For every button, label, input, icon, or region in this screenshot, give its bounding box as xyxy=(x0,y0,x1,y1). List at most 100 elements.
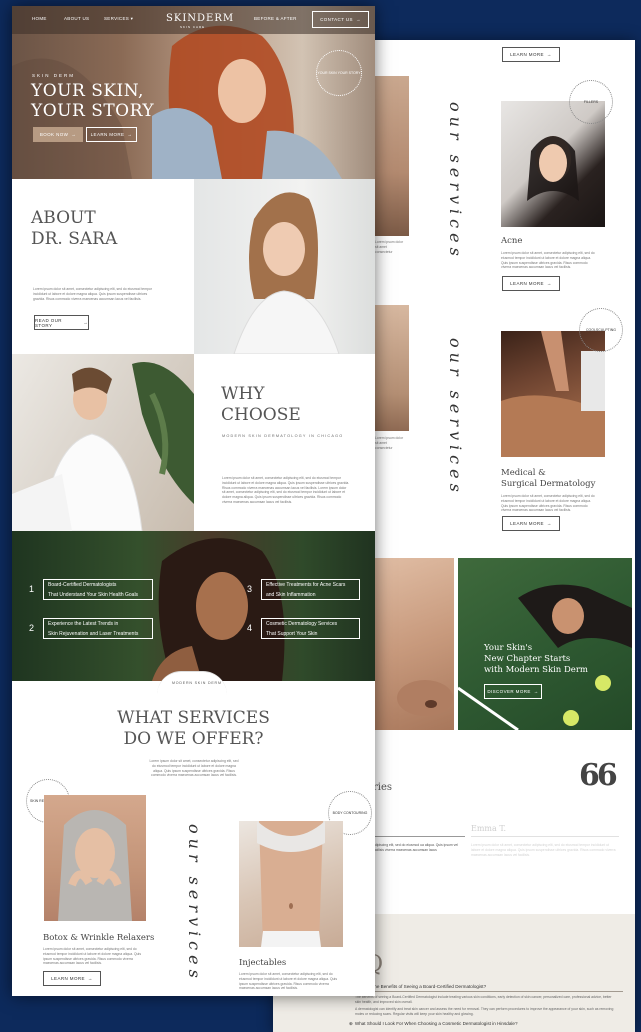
discover-more-button[interactable]: DISCOVER MORE → xyxy=(484,684,542,699)
faq-answer-1: The benefits of seeing a Board-Certified… xyxy=(355,995,612,1004)
nav-services-label: SERVICES xyxy=(104,16,130,21)
medical-service-image xyxy=(501,331,605,457)
promo-face-closeup xyxy=(375,558,454,730)
plus-circle-icon: ⊕ xyxy=(349,1021,353,1026)
our-services-script-front: our services xyxy=(185,824,204,983)
arrow-right-icon: → xyxy=(71,132,77,137)
botox-service-image xyxy=(44,795,146,921)
site-logo-subtitle: SKIN CARE xyxy=(180,25,206,29)
feature-1-line-2: That Understand Your Skin Health Goals xyxy=(48,592,139,598)
partial-lorem-top: Lorem ipsum dolor sit amet consectetur xyxy=(375,240,404,254)
botox-title: Botox & Wrinkle Relaxers xyxy=(43,933,155,943)
feature-1-line-1: Board-Certified Dermatologists xyxy=(48,582,117,588)
skincare-illustration-icon xyxy=(12,362,194,531)
arrow-right-icon: → xyxy=(546,521,552,526)
contact-us-button[interactable]: CONTACT US → xyxy=(312,11,369,28)
read-our-story-button[interactable]: READ OUR STORY → xyxy=(34,315,89,330)
our-services-script-2: our services xyxy=(446,338,465,497)
arrow-right-icon: → xyxy=(355,17,361,22)
massage-illustration-icon xyxy=(501,331,605,457)
promo-line-3: with Modern Skin Derm xyxy=(484,665,588,675)
feature-2: 2 Experience the Latest Trends in Skin R… xyxy=(29,618,153,639)
arrow-right-icon: → xyxy=(83,320,88,325)
nav-services[interactable]: SERVICES ▾ xyxy=(104,16,133,22)
feature-3-number: 3 xyxy=(247,584,253,594)
feature-2-line-1: Experience the Latest Trends in xyxy=(48,621,119,627)
faq-answer-1b: A dermatologist can identify and treat s… xyxy=(355,1007,614,1016)
doctor-illustration-icon xyxy=(233,192,340,354)
hero-badge: YOUR SKIN YOUR STORY xyxy=(316,50,362,96)
hero-learn-more-button[interactable]: LEARN MORE → xyxy=(86,127,137,142)
testimonial-divider-right xyxy=(471,836,619,837)
why-description: Lorem ipsum dolor sit amet, consectetur … xyxy=(222,476,350,504)
partial-lorem-mid: Lorem ipsum dolor sit amet consectetur xyxy=(375,436,404,450)
partial-service-image-mid xyxy=(375,305,409,431)
about-title-line-1: ABOUT xyxy=(31,208,96,228)
injectables-service-image xyxy=(239,821,343,947)
arrow-right-icon: → xyxy=(127,132,133,137)
services-intro: Lorem ipsum dolor sit amet, consectetur … xyxy=(149,759,239,778)
quote-mark-icon: 66 xyxy=(579,758,618,793)
botox-learn-more-button[interactable]: LEARN MORE → xyxy=(43,971,101,986)
feature-1-number: 1 xyxy=(29,584,35,594)
doctor-portrait xyxy=(194,179,375,354)
hero-section: HOME ABOUT US SERVICES ▾ SKINDERM SKIN C… xyxy=(12,6,375,179)
medical-learn-more-button[interactable]: LEARN MORE → xyxy=(502,516,560,531)
torso-illustration-icon xyxy=(257,821,325,947)
nav-before-after[interactable]: BEFORE & AFTER xyxy=(254,16,297,21)
services-title-line-1: WHAT SERVICES xyxy=(117,708,270,728)
feature-4-line-1: Cosmetic Dermatology Services xyxy=(266,621,338,627)
feature-3-line-1: Effective Treatments for Acne Scars xyxy=(266,582,346,588)
medical-description: Lorem ipsum dolor sit amet, consectetur … xyxy=(501,494,595,513)
services-section: MODERN SKIN DERM WHAT SERVICES DO WE OFF… xyxy=(12,671,375,996)
promo-line-1: Your Skin's xyxy=(484,643,533,653)
injectables-title: Injectables xyxy=(239,958,287,968)
hero-title-line-1: YOUR SKIN, xyxy=(31,81,144,101)
feature-4-line-2: That Support Your Skin xyxy=(266,631,318,637)
feature-4: 4 Cosmetic Dermatology Services That Sup… xyxy=(247,618,360,639)
arrow-right-icon: → xyxy=(533,689,539,694)
acne-learn-more-button[interactable]: LEARN MORE → xyxy=(502,276,560,291)
book-now-button[interactable]: BOOK NOW → xyxy=(33,127,83,142)
faq-question-2[interactable]: ⊕ What Should I Look For When Choosing a … xyxy=(349,1021,629,1027)
testimonial-text-right: Lorem ipsum dolor sit amet, consectetur … xyxy=(471,843,616,857)
partial-service-image-top xyxy=(375,76,409,236)
testimonial-text-left: adipiscing elit, sed do eiusmod ua aliqu… xyxy=(373,843,459,852)
about-section: ABOUT DR. SARA Lorem ipsum dolor sit ame… xyxy=(12,179,375,354)
services-title-line-2: DO WE OFFER? xyxy=(123,729,264,749)
feature-2-number: 2 xyxy=(29,623,35,633)
hero-eyebrow: SKIN DERM xyxy=(32,73,76,78)
arrow-right-icon: → xyxy=(546,281,552,286)
medical-line-1: Medical & xyxy=(501,468,546,478)
testimonial-divider-left xyxy=(373,836,465,837)
feature-2-line-2: Skin Rejuvenation and Laser Treatments xyxy=(48,631,139,637)
feature-3-line-2: and Skin Inflammation xyxy=(266,592,316,598)
nose-closeup-icon xyxy=(397,680,453,716)
hero-title-line-2: YOUR STORY xyxy=(31,101,155,121)
nav-home[interactable]: HOME xyxy=(32,16,47,21)
acne-description: Lorem ipsum dolor sit amet, consectetur … xyxy=(501,251,595,270)
why-choose-image xyxy=(12,354,194,531)
front-page-preview: HOME ABOUT US SERVICES ▾ SKINDERM SKIN C… xyxy=(12,6,375,996)
why-title-line-2: CHOOSE xyxy=(221,405,301,425)
learn-more-button-top[interactable]: LEARN MORE → xyxy=(502,47,560,62)
why-choose-section: WHY CHOOSE MODERN SKIN DERMATOLOGY IN CH… xyxy=(12,354,375,531)
nav-about[interactable]: ABOUT US xyxy=(64,16,89,21)
services-arc-label: MODERN SKIN DERM xyxy=(172,681,222,685)
top-navigation: HOME ABOUT US SERVICES ▾ SKINDERM SKIN C… xyxy=(12,6,375,34)
chevron-down-icon: ▾ xyxy=(130,16,134,21)
senior-woman-illustration-icon xyxy=(58,810,132,921)
injectables-description: Lorem ipsum dolor sit amet, consectetur … xyxy=(239,972,338,991)
site-logo[interactable]: SKINDERM xyxy=(166,13,234,24)
acne-title: Acne xyxy=(501,236,523,246)
about-description: Lorem ipsum dolor sit amet, consectetur … xyxy=(33,287,152,301)
why-title-line-1: WHY xyxy=(221,384,265,404)
about-title-line-2: DR. SARA xyxy=(31,229,118,249)
feature-1: 1 Board-Certified Dermatologists That Un… xyxy=(29,579,153,600)
faq-question-2-label: What Should I Look For When Choosing a C… xyxy=(354,1021,518,1026)
faq-question-1[interactable]: the Benefits of Seeing a Board-Certified… xyxy=(373,984,623,992)
promo-line-2: New Chapter Starts xyxy=(484,654,571,664)
feature-3: 3 Effective Treatments for Acne Scars an… xyxy=(247,579,360,600)
botox-description: Lorem ipsum dolor sit amet, consectetur … xyxy=(43,947,142,966)
arrow-right-icon: → xyxy=(546,52,552,57)
